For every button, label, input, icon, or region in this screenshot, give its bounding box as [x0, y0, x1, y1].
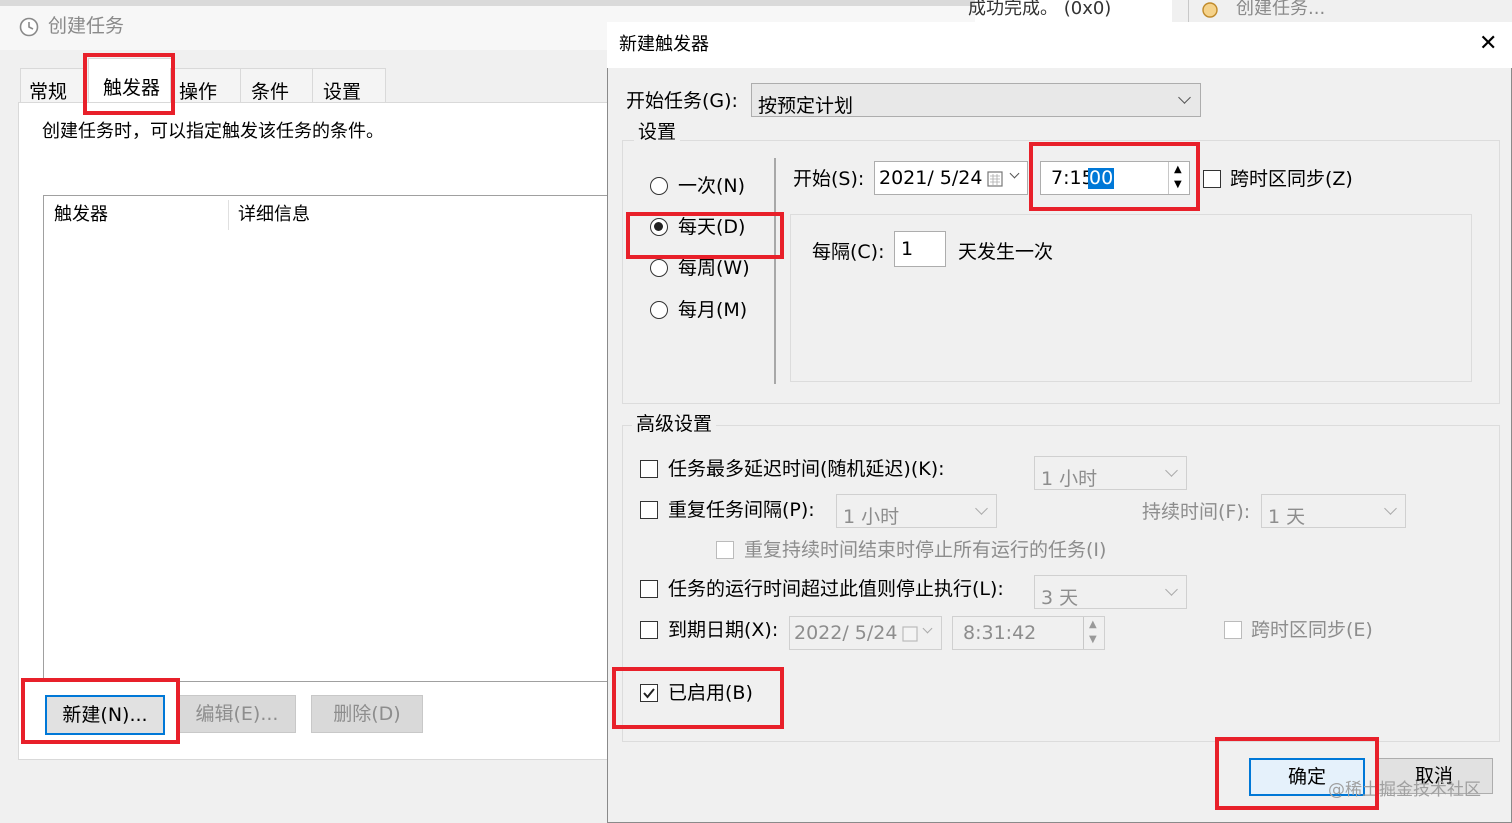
stop-if-longer-label[interactable]: 任务的运行时间超过此值则停止执行(L):	[668, 580, 1004, 599]
interval-label: 每隔(C):	[812, 241, 885, 263]
stop-running-checkbox[interactable]	[716, 541, 734, 559]
radio-divider	[774, 158, 776, 384]
chevron-down-icon	[1384, 502, 1397, 515]
highlight-triggers-tab	[83, 53, 175, 115]
radio-weekly[interactable]	[650, 259, 668, 277]
start-date-value: 2021/ 5/24	[879, 167, 983, 189]
stop-if-longer-value: 3 天	[1041, 587, 1079, 609]
repeat-select[interactable]: 1 小时	[836, 494, 997, 528]
begin-task-select[interactable]: 按预定计划	[751, 83, 1201, 117]
fragment-divider	[1188, 0, 1189, 22]
create-task-link[interactable]: 创建任务...	[1236, 0, 1325, 18]
interval-input[interactable]: 1	[894, 231, 946, 267]
expire-sync-label[interactable]: 跨时区同步(E)	[1251, 621, 1373, 640]
max-delay-checkbox[interactable]	[640, 460, 658, 478]
delete-trigger-button[interactable]: 删除(D)	[311, 695, 423, 733]
chevron-down-icon	[975, 502, 988, 515]
tab-settings-label: 设置	[323, 81, 362, 103]
expire-label[interactable]: 到期日期(X):	[668, 621, 778, 640]
radio-once[interactable]	[650, 177, 668, 195]
expire-date-picker[interactable]: 2022/ 5/24	[789, 616, 942, 650]
tab-conditions[interactable]: 条件	[240, 68, 314, 103]
start-label: 开始(S):	[793, 168, 865, 190]
chevron-down-icon	[1009, 168, 1020, 179]
status-fragment: 成功完成。 (0x0)	[968, 0, 1112, 19]
triggers-description: 创建任务时，可以指定触发该任务的条件。	[42, 121, 384, 142]
tab-actions[interactable]: 操作	[170, 68, 242, 103]
repeat-value: 1 小时	[843, 506, 900, 528]
time-spinner[interactable]: ▲ ▼	[1083, 617, 1104, 649]
dialog-title: 新建触发器	[619, 34, 709, 55]
highlight-start-time	[1029, 142, 1200, 211]
highlight-new-button	[21, 678, 180, 744]
repeat-checkbox[interactable]	[640, 501, 658, 519]
duration-label: 持续时间(F):	[1142, 501, 1251, 523]
stop-if-longer-checkbox[interactable]	[640, 580, 658, 598]
highlight-enabled	[612, 667, 784, 729]
interval-suffix: 天发生一次	[958, 241, 1054, 263]
calendar-icon[interactable]	[987, 170, 1005, 188]
spin-down-icon[interactable]: ▼	[1089, 635, 1097, 645]
sync-timezone-checkbox[interactable]	[1203, 170, 1221, 188]
clock-task-icon	[19, 17, 39, 37]
duration-select[interactable]: 1 天	[1261, 494, 1406, 528]
task-icon	[1202, 2, 1218, 18]
stop-running-label[interactable]: 重复持续时间结束时停止所有运行的任务(I)	[744, 541, 1106, 560]
tab-general[interactable]: 常规	[20, 68, 86, 103]
expire-checkbox[interactable]	[640, 621, 658, 639]
column-header-details[interactable]: 详细信息	[238, 206, 310, 224]
stop-if-longer-select[interactable]: 3 天	[1034, 575, 1187, 609]
column-divider	[228, 200, 229, 230]
expire-time-value: 8:31:42	[963, 622, 1037, 644]
chevron-down-icon	[1178, 91, 1191, 104]
edit-trigger-button[interactable]: 编辑(E)...	[178, 695, 296, 733]
tab-settings[interactable]: 设置	[312, 68, 386, 103]
max-delay-label[interactable]: 任务最多延迟时间(随机延迟)(K):	[668, 460, 945, 479]
max-delay-value: 1 小时	[1041, 468, 1098, 490]
background-window-title: 创建任务	[48, 15, 125, 37]
begin-task-label: 开始任务(G):	[626, 90, 738, 112]
chevron-down-icon	[1165, 464, 1178, 477]
tab-general-label: 常规	[29, 81, 68, 103]
trigger-list[interactable]: 触发器 详细信息	[43, 195, 610, 682]
start-date-picker[interactable]: 2021/ 5/24	[874, 161, 1028, 195]
column-header-trigger[interactable]: 触发器	[54, 206, 108, 224]
expire-time-field[interactable]: 8:31:42 ▲ ▼	[952, 616, 1105, 650]
radio-monthly[interactable]	[650, 301, 668, 319]
close-icon[interactable]: ✕	[1479, 33, 1497, 55]
max-delay-select[interactable]: 1 小时	[1034, 456, 1187, 490]
highlight-ok-button	[1215, 737, 1379, 810]
expire-sync-checkbox[interactable]	[1224, 621, 1242, 639]
radio-weekly-label[interactable]: 每周(W)	[678, 259, 750, 278]
settings-group-title: 设置	[634, 123, 681, 142]
chevron-down-icon	[922, 623, 933, 634]
tab-actions-label: 操作	[179, 81, 218, 103]
dialog-titlebar: 新建触发器 ✕	[607, 22, 1512, 68]
highlight-daily-radio	[626, 212, 784, 259]
begin-task-value: 按预定计划	[758, 95, 854, 117]
calendar-icon[interactable]	[902, 625, 920, 643]
repeat-label[interactable]: 重复任务间隔(P):	[668, 501, 815, 520]
recurrence-panel	[790, 214, 1472, 382]
radio-monthly-label[interactable]: 每月(M)	[678, 301, 747, 320]
other-window-fragment: 创建任务...	[1172, 0, 1512, 22]
expire-date-value: 2022/ 5/24	[794, 622, 898, 644]
spin-up-icon[interactable]: ▲	[1089, 620, 1097, 630]
advanced-group-title: 高级设置	[632, 415, 717, 434]
sync-timezone-label[interactable]: 跨时区同步(Z)	[1230, 170, 1353, 189]
interval-value: 1	[901, 238, 914, 260]
radio-once-label[interactable]: 一次(N)	[678, 177, 745, 196]
tab-conditions-label: 条件	[251, 81, 290, 103]
duration-value: 1 天	[1268, 506, 1306, 528]
chevron-down-icon	[1165, 583, 1178, 596]
